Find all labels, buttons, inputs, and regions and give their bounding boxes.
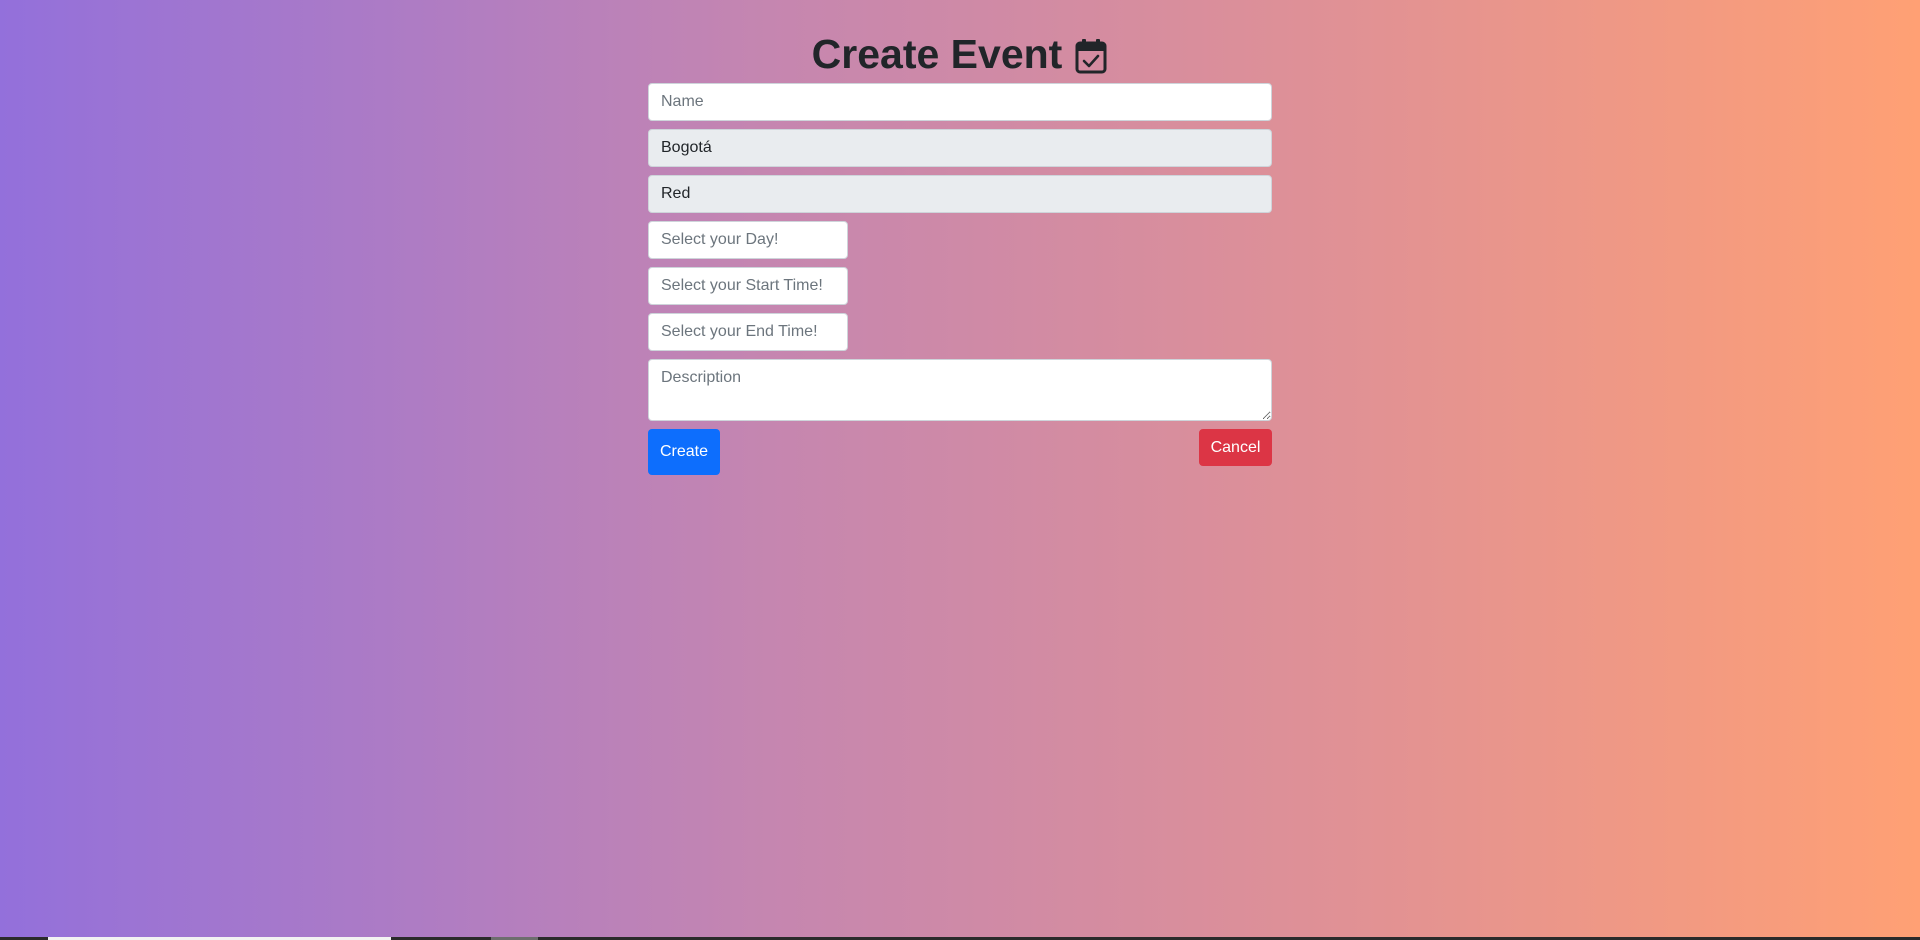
city-field[interactable] <box>648 129 1272 167</box>
start-time-input[interactable] <box>648 267 848 305</box>
page-title-text: Create Event <box>811 31 1063 78</box>
end-time-input[interactable] <box>648 313 848 351</box>
description-textarea[interactable] <box>648 359 1272 421</box>
create-event-form: Create Cancel <box>648 83 1272 475</box>
calendar-check-icon <box>1075 39 1107 74</box>
day-input[interactable] <box>648 221 848 259</box>
cancel-button[interactable]: Cancel <box>1199 429 1272 466</box>
create-button[interactable]: Create <box>648 429 720 475</box>
color-field[interactable] <box>648 175 1272 213</box>
name-input[interactable] <box>648 83 1272 121</box>
form-actions: Create Cancel <box>648 429 1272 475</box>
page-title: Create Event <box>0 24 1920 81</box>
